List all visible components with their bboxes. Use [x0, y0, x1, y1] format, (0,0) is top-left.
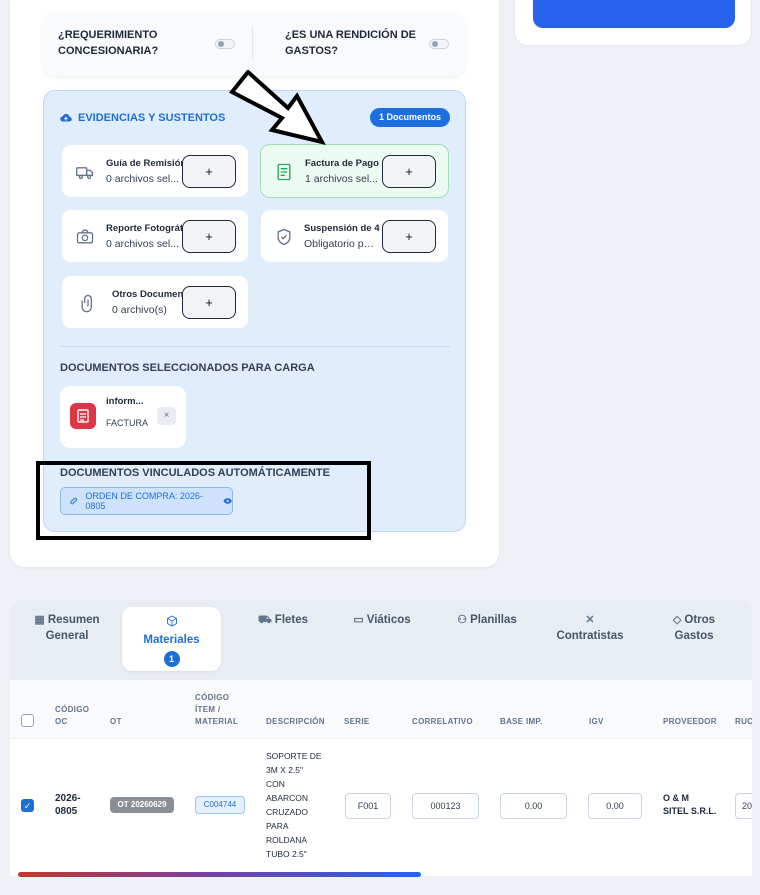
remove-file-button[interactable]: ×: [157, 407, 176, 425]
add-reporte-button[interactable]: +: [182, 220, 236, 253]
paperclip-icon: [81, 294, 92, 313]
tools-icon: ✕: [585, 614, 595, 626]
ruc-input[interactable]: 20: [735, 793, 752, 819]
col-proveedor: PROVEEDOR: [663, 717, 717, 726]
col-ot: OT: [110, 717, 122, 726]
add-suspension-button[interactable]: +: [382, 220, 436, 253]
doc-name: Otros Documentos: [112, 289, 188, 300]
pdf-file-icon: [70, 403, 96, 429]
doc-card-guia-remision: Guía de Remisión 0 archivos sel... +: [61, 144, 249, 198]
doc-status: 0 archivos sel...: [106, 173, 179, 185]
serie-input[interactable]: F001: [345, 793, 391, 819]
col-codigo-item: CÓDIGO ÍTEM / MATERIAL: [195, 693, 239, 726]
doc-status: 1 archivos sel...: [305, 173, 378, 185]
tag-icon: ◇: [672, 614, 682, 626]
igv-input[interactable]: 0.00: [588, 793, 642, 819]
tab-label: Resumen: [47, 614, 100, 626]
tab-label: Fletes: [274, 614, 309, 626]
tab-resumen-general[interactable]: ▦ Resumen General: [34, 612, 100, 644]
add-factura-button[interactable]: +: [382, 155, 436, 188]
col-codigo-oc: CÓDIGO OC: [55, 705, 90, 726]
side-card: [514, 0, 752, 46]
toggle-label-concesionaria: ¿REQUERIMIENTO CONCESIONARIA?: [58, 29, 159, 57]
cloud-upload-icon: [60, 113, 72, 122]
cell-descripcion: SOPORTE DE 3M X 2.5" CON ABARCON CRUZADO…: [266, 751, 322, 859]
col-serie: SERIE: [344, 717, 370, 726]
item-code-badge: C004744: [195, 796, 245, 814]
evidence-title: EVIDENCIAS Y SUSTENTOS: [60, 112, 225, 124]
materials-table: CÓDIGO OC OT CÓDIGO ÍTEM / MATERIAL DESCRIP…: [10, 680, 752, 876]
doc-status: Obligatorio pa...: [304, 238, 378, 250]
ot-badge: OT 20260629: [110, 797, 174, 813]
doc-status: 0 archivos sel...: [106, 238, 179, 250]
window-icon: ▭: [353, 614, 364, 626]
toggle-concesionaria[interactable]: [215, 39, 235, 49]
invoice-icon: [277, 163, 291, 181]
base-imp-input[interactable]: 0.00: [500, 793, 567, 819]
select-all-checkbox[interactable]: [21, 714, 34, 727]
doc-name: Factura de Pago: [305, 158, 379, 169]
doc-card-reporte-fotografico: Reporte Fotográfico 0 archivos sel... +: [61, 209, 249, 263]
tab-label: Viáticos: [366, 614, 411, 626]
doc-card-otros-documentos: Otros Documentos 0 archivo(s) +: [61, 275, 249, 329]
tab-label: Materiales: [143, 634, 200, 646]
row-checkbox[interactable]: ✓: [21, 799, 34, 812]
tab-label: Gastos: [674, 630, 714, 642]
grid-icon: ▦: [34, 614, 45, 626]
tab-viaticos[interactable]: ▭ Viáticos: [350, 612, 414, 628]
tab-materiales[interactable]: Materiales 1: [122, 607, 221, 671]
correlativo-input[interactable]: 000123: [412, 793, 479, 819]
evidence-title-text: EVIDENCIAS Y SUSTENTOS: [78, 112, 226, 124]
tab-label: General: [45, 630, 89, 642]
col-base-imp: BASE IMP.: [500, 717, 543, 726]
selected-file-name: inform...: [106, 396, 144, 407]
shield-icon: [277, 228, 291, 246]
tab-otros-gastos[interactable]: ◇ Otros Gastos: [666, 612, 722, 644]
toggles-panel: ¿REQUERIMIENTO CONCESIONARIA? ¿ES UNA RE…: [43, 12, 465, 76]
col-correlativo: CORRELATIVO: [412, 717, 473, 726]
documents-count-badge: 1 Documentos: [370, 108, 450, 127]
annotation-arrow-icon: [228, 70, 326, 145]
tab-label: Planillas: [470, 614, 517, 626]
doc-card-factura-pago: Factura de Pago 1 archivos sel... +: [260, 144, 449, 198]
selected-file-type: FACTURA DE PAGO: [106, 418, 148, 428]
divider: [252, 26, 253, 60]
tab-label: Otros: [684, 614, 716, 626]
toggle-label-rendicion: ¿ES UNA RENDICIÓN DE GASTOS?: [285, 29, 416, 57]
users-icon: ⚇: [457, 614, 468, 626]
col-igv: IGV: [589, 717, 604, 726]
add-guia-button[interactable]: +: [182, 155, 236, 188]
divider: [60, 346, 450, 347]
box-icon: [122, 615, 221, 632]
annotation-highlight-box: [36, 461, 371, 540]
tab-contratistas[interactable]: ✕ Contratistas: [556, 612, 624, 644]
selected-file-card: inform... FACTURA DE PAGO ×: [60, 386, 186, 448]
doc-name: Reporte Fotográfico: [106, 223, 182, 234]
add-otros-button[interactable]: +: [182, 286, 236, 319]
truck-icon: ⛟: [257, 614, 272, 626]
tab-fletes[interactable]: ⛟ Fletes: [253, 612, 313, 628]
truck-icon: [76, 167, 94, 180]
doc-name: Suspensión de 4ta: [304, 223, 380, 234]
tab-count-badge: 1: [163, 651, 180, 667]
doc-status: 0 archivo(s): [112, 304, 167, 316]
doc-name: Guía de Remisión: [106, 158, 182, 169]
primary-action-button[interactable]: [533, 0, 735, 28]
tab-planillas[interactable]: ⚇ Planillas: [454, 612, 520, 628]
doc-card-suspension: Suspensión de 4ta Obligatorio pa... +: [260, 209, 449, 263]
camera-icon: [76, 229, 94, 244]
horizontal-scrollbar[interactable]: [18, 872, 421, 877]
toggle-rendicion[interactable]: [429, 39, 449, 49]
tabs-bar: ▦ Resumen General Materiales 1 ⛟ Fletes ▭ V…: [10, 600, 752, 680]
tab-label: Contratistas: [556, 630, 624, 642]
selected-docs-heading: DOCUMENTOS SELECCIONADOS PARA CARGA: [60, 362, 315, 374]
col-ruc: RUC: [735, 717, 752, 726]
table-header: CÓDIGO OC OT CÓDIGO ÍTEM / MATERIAL DESCRIP…: [10, 680, 752, 739]
cell-proveedor: O & M SITEL S.R.L.: [663, 793, 717, 816]
cell-codigo-oc: 2026- 0805: [55, 793, 81, 817]
col-descripcion: DESCRIPCIÓN: [266, 717, 325, 726]
